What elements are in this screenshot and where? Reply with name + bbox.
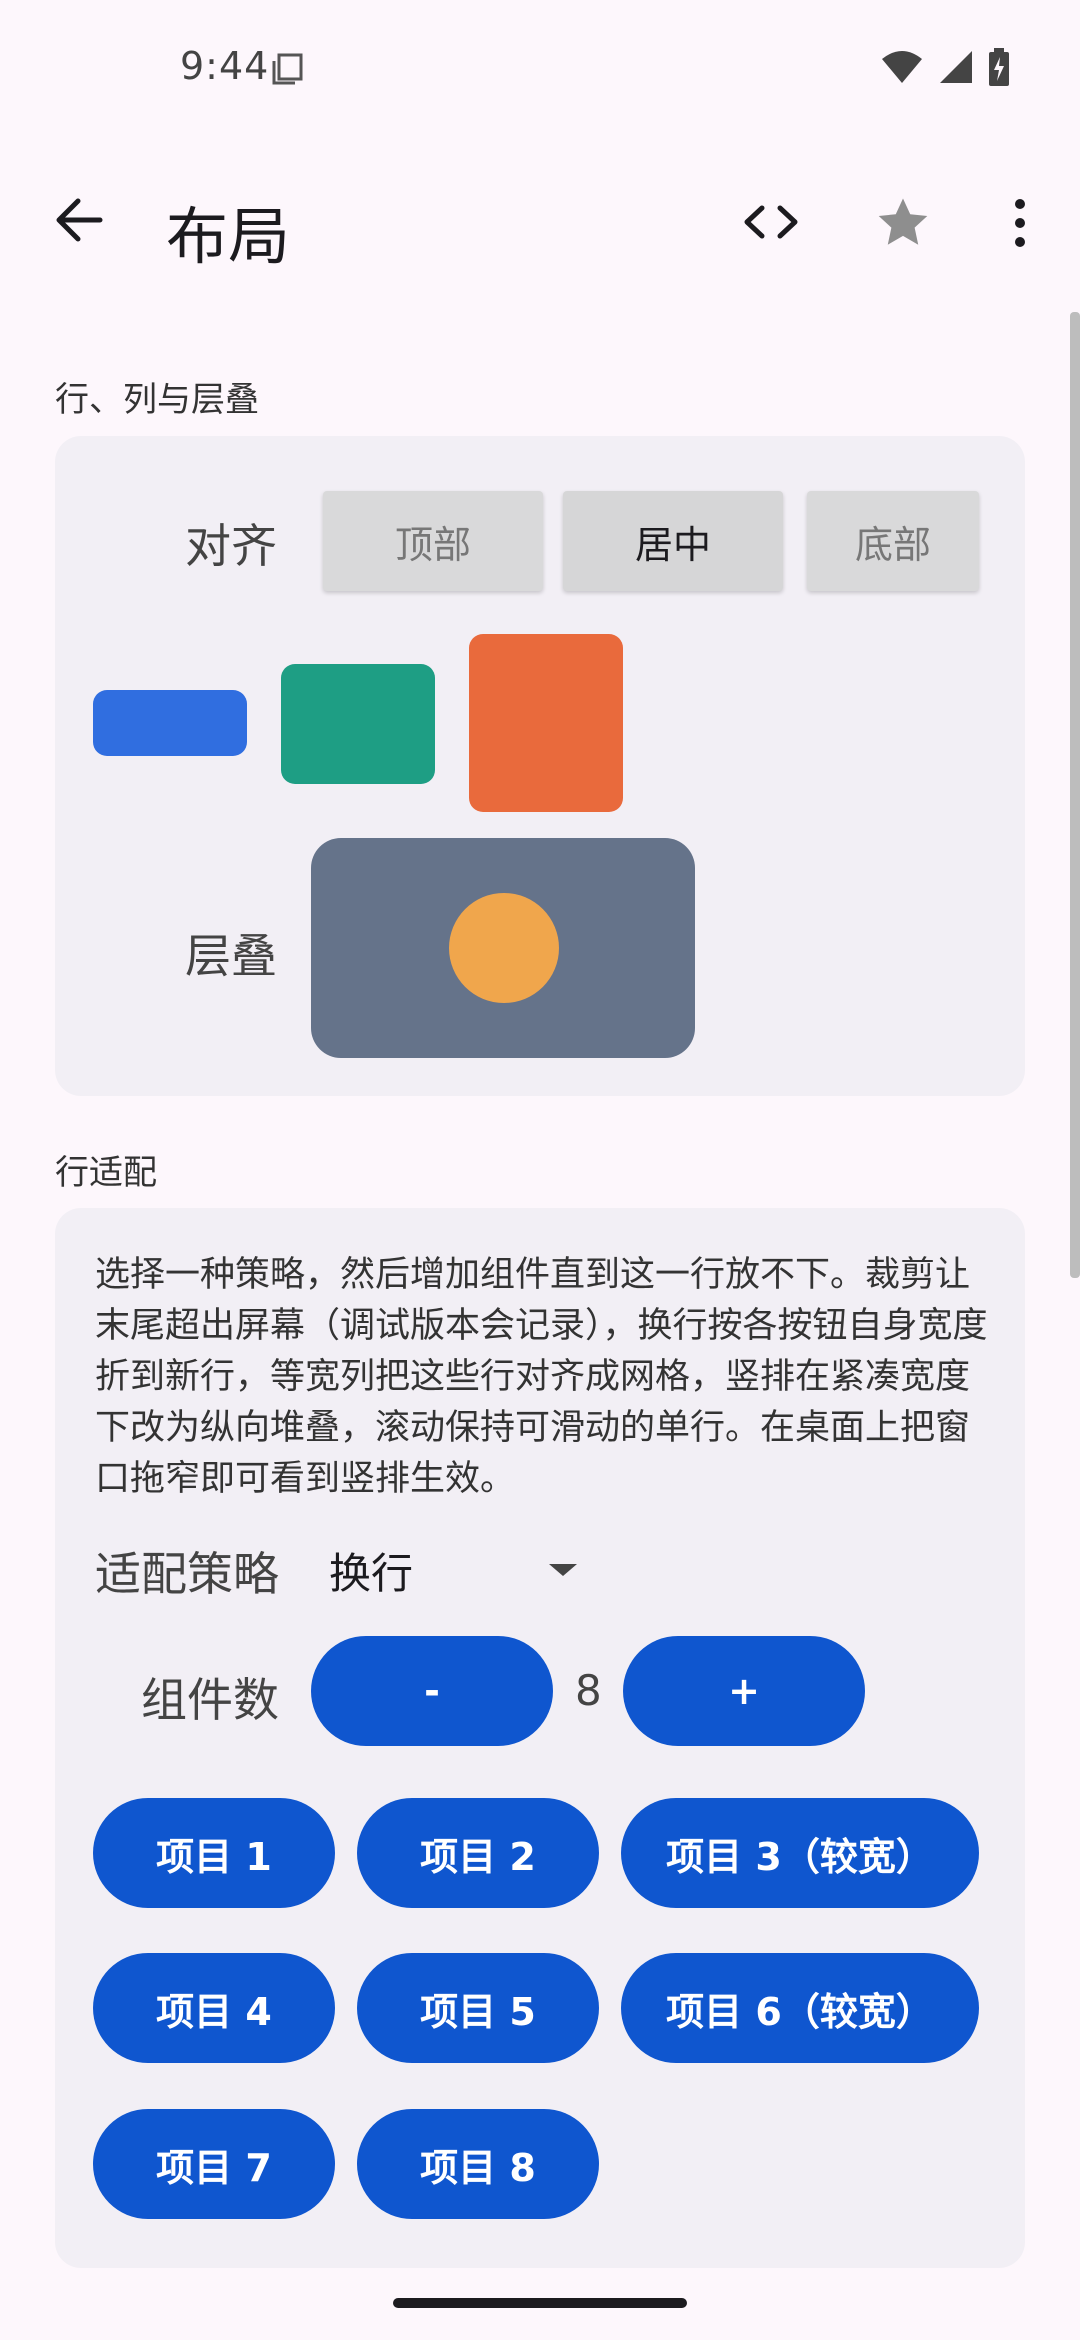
star-icon <box>878 198 928 245</box>
orange-box <box>469 634 623 812</box>
item-button-1[interactable]: 项目 1 <box>93 1798 335 1908</box>
code-icon <box>744 205 798 239</box>
stack-container <box>311 838 695 1058</box>
back-arrow-icon <box>56 198 103 242</box>
screenshot-icon <box>270 52 304 90</box>
item-button-6[interactable]: 项目 6（较宽） <box>621 1953 979 2063</box>
blue-box <box>93 690 247 756</box>
section-label-fit: 行适配 <box>55 1153 157 1193</box>
item-button-4[interactable]: 项目 4 <box>93 1953 335 2063</box>
more-vert-icon <box>1015 199 1025 247</box>
fit-description: 选择一种策略，然后增加组件直到这一行放不下。裁剪让末尾超出屏幕（调试版本会记录）… <box>95 1255 988 1499</box>
stack-label: 层叠 <box>185 929 277 983</box>
increment-button[interactable]: + <box>623 1636 865 1746</box>
signal-icon <box>940 51 972 83</box>
status-time: 9:44 <box>180 44 270 88</box>
favorite-button[interactable] <box>872 192 934 254</box>
green-box <box>281 664 435 784</box>
strategy-value: 换行 <box>329 1549 414 1598</box>
gesture-nav-handle[interactable] <box>393 2298 687 2308</box>
align-top-button[interactable]: 顶部 <box>323 491 543 591</box>
dropdown-arrow-icon <box>549 1564 577 1576</box>
code-button[interactable] <box>740 192 802 252</box>
strategy-label: 适配策略 <box>95 1547 279 1601</box>
align-center-button[interactable]: 居中 <box>563 491 783 591</box>
decrement-button[interactable]: - <box>311 1636 553 1746</box>
back-button[interactable] <box>50 190 110 250</box>
wifi-icon <box>882 51 922 83</box>
item-button-7[interactable]: 项目 7 <box>93 2109 335 2219</box>
page-title: 布局 <box>166 200 291 273</box>
item-button-2[interactable]: 项目 2 <box>357 1798 599 1908</box>
status-icons <box>880 48 1010 86</box>
scrollbar[interactable] <box>1070 312 1080 1278</box>
align-label: 对齐 <box>185 519 277 573</box>
more-options-button[interactable] <box>1000 192 1040 254</box>
battery-icon <box>989 48 1009 86</box>
section-label-rows: 行、列与层叠 <box>55 380 259 420</box>
item-button-8[interactable]: 项目 8 <box>357 2109 599 2219</box>
rows-card: 对齐 顶部 居中 底部 层叠 <box>55 436 1025 1096</box>
count-value: 8 <box>575 1666 602 1715</box>
count-label: 组件数 <box>141 1673 279 1727</box>
fit-card: 选择一种策略，然后增加组件直到这一行放不下。裁剪让末尾超出屏幕（调试版本会记录）… <box>55 1208 1025 2268</box>
item-button-5[interactable]: 项目 5 <box>357 1953 599 2063</box>
strategy-dropdown[interactable]: 换行 <box>329 1530 577 1606</box>
item-button-3[interactable]: 项目 3（较宽） <box>621 1798 979 1908</box>
stack-circle <box>449 893 559 1003</box>
align-bottom-button[interactable]: 底部 <box>807 491 979 591</box>
